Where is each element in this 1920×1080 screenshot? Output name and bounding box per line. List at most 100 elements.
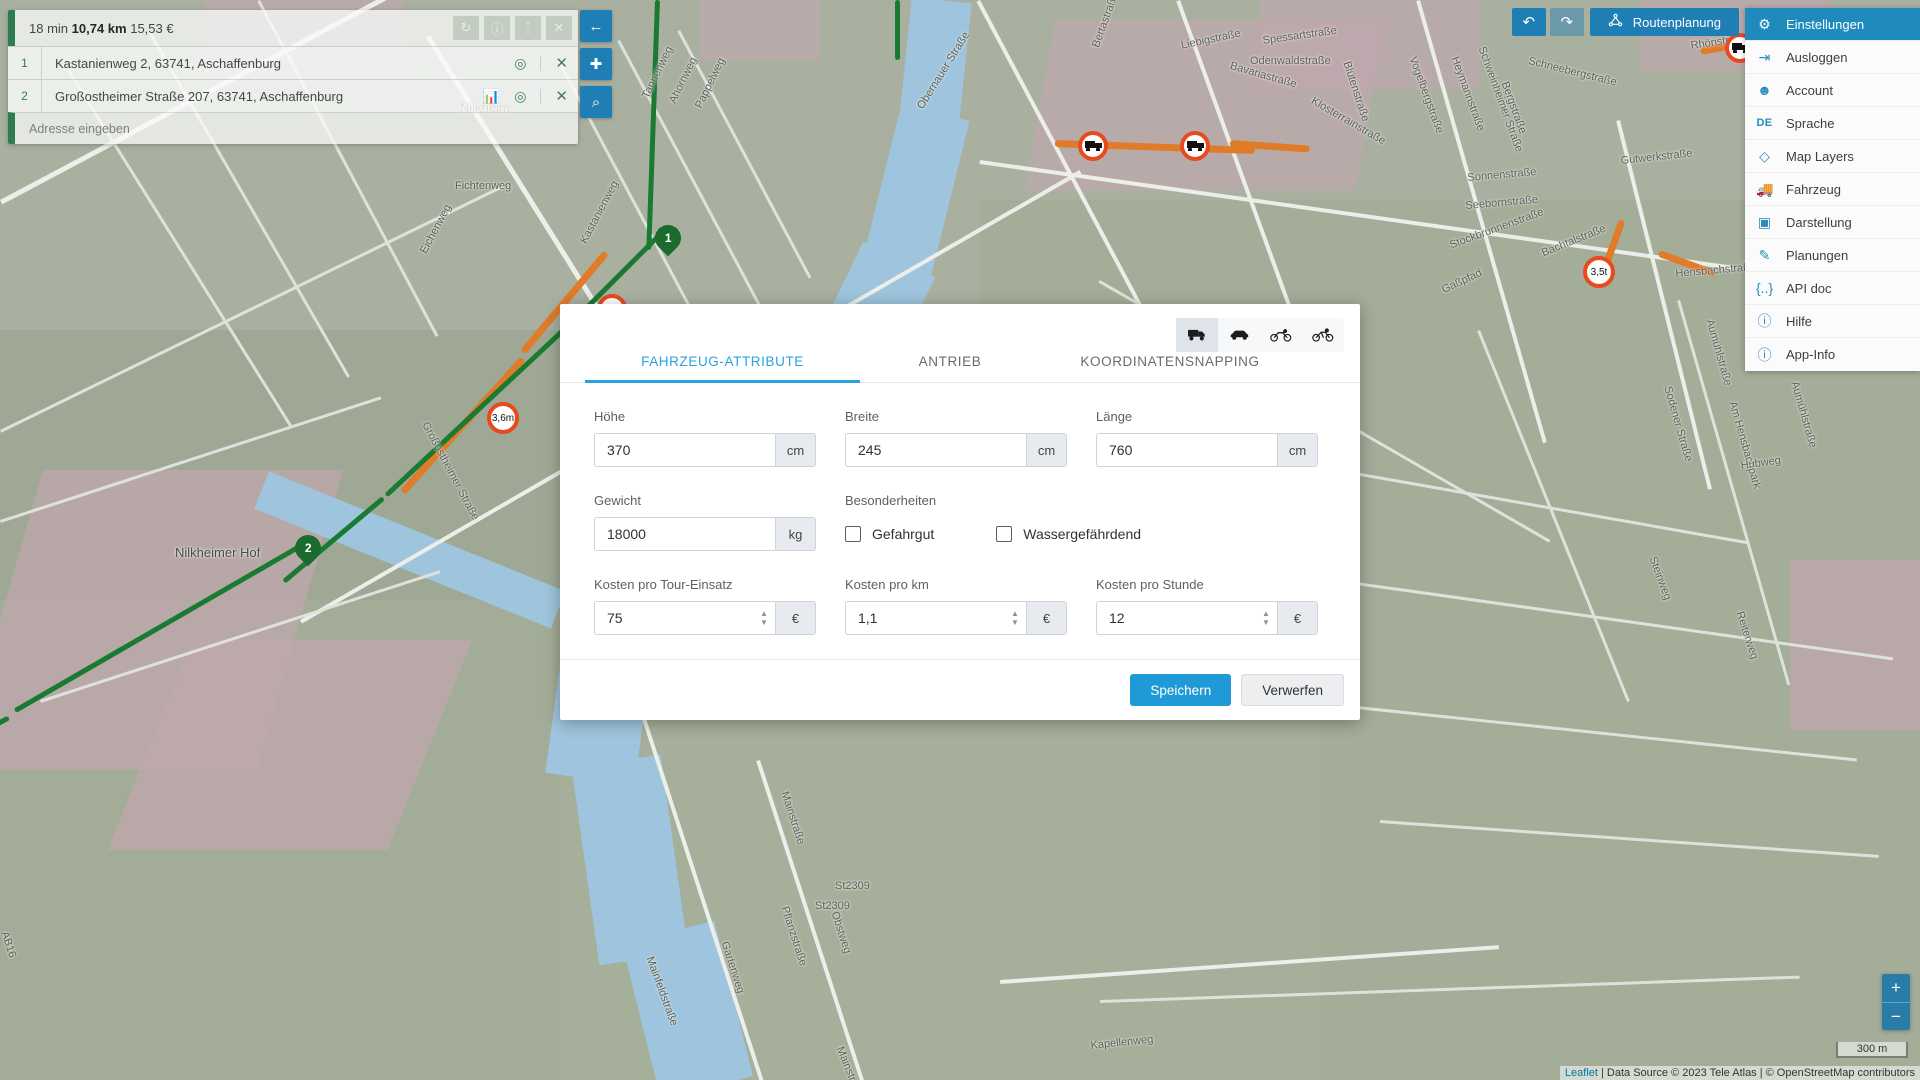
waypoint-row[interactable]: 2 Großostheimer Straße 207, 63741, Aschaf…	[8, 79, 578, 112]
map-restriction-weight-icon[interactable]: 3,5t	[1583, 256, 1615, 288]
waypoint-address[interactable]: Kastanienweg 2, 63741, Aschaffenburg	[42, 56, 514, 71]
sidebar-item-label: Fahrzeug	[1786, 181, 1841, 197]
map-restriction-height-icon[interactable]: 3,6m	[487, 402, 519, 434]
value-kosten-stunde[interactable]: 12	[1097, 602, 1255, 634]
input-kosten-tour[interactable]: 75 ▲ ▼ €	[594, 601, 816, 635]
route-cost: 15,53 €	[130, 20, 174, 36]
input-laenge[interactable]: 760 cm	[1096, 433, 1318, 467]
settings-side-menu[interactable]: ⚙ Einstellungen ⇥ Ausloggen ☻ Account DE Sprach…	[1745, 8, 1920, 371]
dialog-footer[interactable]: Speichern Verwerfen	[560, 659, 1360, 720]
route-summary-text: 18 min 10,74 km 15,53 €	[29, 21, 453, 36]
stepper-kosten-tour[interactable]: ▲ ▼	[753, 602, 775, 634]
value-gewicht[interactable]: 18000	[595, 518, 775, 550]
waypoint-actions[interactable]: 📊 ◎ ✕	[483, 88, 578, 104]
waypoint-locate-icon[interactable]: ◎	[514, 56, 526, 70]
route-summary: 18 min 10,74 km 15,53 € ↻ ⓘ ⋮ ✕	[8, 10, 578, 46]
sidebar-item-map-layers[interactable]: ◇ Map Layers	[1745, 140, 1920, 173]
waypoint-chart-icon[interactable]: 📊	[483, 89, 500, 103]
back-button[interactable]: ←	[580, 10, 612, 42]
vehicle-settings-dialog[interactable]: FAHRZEUG-ATTRIBUTE ANTRIEB KOORDINATENSNAP…	[560, 304, 1360, 720]
sidebar-item-label: Ausloggen	[1786, 49, 1848, 65]
route-summary-actions[interactable]: ↻ ⓘ ⋮ ✕	[453, 16, 578, 40]
truck-icon: 🚚	[1756, 180, 1774, 197]
sidebar-item-app-info[interactable]: ⓘ App-Info	[1745, 338, 1920, 371]
checkbox-gefahrgut-box[interactable]	[845, 526, 861, 542]
checkbox-wassergefaehrdend-label: Wassergefährdend	[1023, 526, 1142, 542]
vehicle-type-car[interactable]	[1218, 318, 1260, 352]
sidebar-item-ausloggen[interactable]: ⇥ Ausloggen	[1745, 41, 1920, 74]
reverse-route-button[interactable]: ↻	[453, 16, 479, 40]
input-kosten-stunde[interactable]: 12 ▲ ▼ €	[1096, 601, 1318, 635]
waypoint-actions[interactable]: ◎ ✕	[514, 55, 578, 71]
besonderheiten-options[interactable]: Gefahrgut Wassergefährdend	[845, 517, 1347, 551]
value-breite[interactable]: 245	[846, 434, 1026, 466]
route-more-options-button[interactable]: ⋮	[515, 16, 541, 40]
stepper-kosten-km[interactable]: ▲ ▼	[1004, 602, 1026, 634]
checkbox-wassergefaehrdend-box[interactable]	[996, 526, 1013, 542]
vehicle-attributes-form[interactable]: Höhe 370 cm Breite 245 cm Länge 760 cm G…	[560, 383, 1360, 659]
route-info-button[interactable]: ⓘ	[484, 16, 510, 40]
close-route-panel-button[interactable]: ✕	[546, 16, 572, 40]
sidebar-item-einstellungen[interactable]: ⚙ Einstellungen	[1745, 8, 1920, 41]
waypoint-locate-icon[interactable]: ◎	[514, 89, 526, 103]
input-breite[interactable]: 245 cm	[845, 433, 1067, 467]
leaflet-link[interactable]: Leaflet	[1565, 1067, 1598, 1079]
sidebar-item-api-doc[interactable]: {..} API doc	[1745, 272, 1920, 305]
value-hoehe[interactable]: 370	[595, 434, 775, 466]
sidebar-item-planungen[interactable]: ✎ Planungen	[1745, 239, 1920, 272]
map-icon: ▣	[1757, 213, 1772, 230]
value-laenge[interactable]: 760	[1097, 434, 1277, 466]
sidebar-item-account[interactable]: ☻ Account	[1745, 74, 1920, 107]
vehicle-type-selector[interactable]	[1176, 318, 1344, 352]
discard-button[interactable]: Verwerfen	[1241, 674, 1344, 706]
redo-button[interactable]: ↷	[1549, 8, 1584, 36]
map-zoom-controls[interactable]: + −	[1882, 974, 1910, 1030]
map-builtup-area	[700, 0, 820, 60]
map-builtup-area	[1260, 0, 1480, 90]
map-restriction-truck-icon[interactable]	[1078, 131, 1108, 161]
waypoint-address[interactable]: Großostheimer Straße 207, 63741, Aschaff…	[42, 89, 483, 104]
value-kosten-km[interactable]: 1,1	[846, 602, 1004, 634]
zoom-out-button[interactable]: −	[1882, 1002, 1910, 1030]
checkbox-wassergefaehrdend[interactable]: Wassergefährdend	[996, 526, 1141, 542]
map-waypoint-pin-label: 2	[304, 541, 312, 555]
map-restriction-truck-icon[interactable]	[1180, 131, 1210, 161]
tab-antrieb[interactable]: ANTRIEB	[860, 354, 1040, 382]
waypoint-remove-icon[interactable]: ✕	[540, 55, 568, 71]
checkbox-gefahrgut[interactable]: Gefahrgut	[845, 526, 934, 542]
vehicle-type-truck[interactable]	[1176, 318, 1218, 352]
input-gewicht[interactable]: 18000 kg	[594, 517, 816, 551]
vehicle-type-motorcycle[interactable]	[1260, 318, 1302, 352]
sidebar-item-label: Hilfe	[1786, 313, 1813, 329]
field-besonderheiten: Besonderheiten Gefahrgut Wassergefährden…	[845, 493, 1347, 551]
sidebar-item-sprache[interactable]: DE Sprache	[1745, 107, 1920, 140]
tab-koordinatensnapping[interactable]: KOORDINATENSNAPPING	[1040, 354, 1300, 382]
zoom-in-button[interactable]: +	[1882, 974, 1910, 1002]
undo-button[interactable]: ↶	[1511, 8, 1546, 36]
tab-fahrzeug-attribute[interactable]: FAHRZEUG-ATTRIBUTE	[585, 354, 860, 383]
waypoint-list[interactable]: 1 Kastanienweg 2, 63741, Aschaffenburg ◎ ✕ 2…	[8, 46, 578, 112]
add-waypoint-button[interactable]: ✚	[580, 48, 612, 80]
address-input[interactable]: Adresse eingeben	[8, 112, 578, 144]
route-panel[interactable]: 18 min 10,74 km 15,53 € ↻ ⓘ ⋮ ✕ 1 Kastanienw…	[8, 10, 578, 144]
left-toolbar[interactable]: ← ✚ ⌕	[580, 10, 612, 118]
attribution-text: | Data Source © 2023 Tele Atlas | © Open…	[1597, 1067, 1915, 1079]
sidebar-item-darstellung[interactable]: ▣ Darstellung	[1745, 206, 1920, 239]
waypoint-index: 1	[8, 47, 42, 79]
label-laenge: Länge	[1096, 409, 1133, 424]
waypoint-row[interactable]: 1 Kastanienweg 2, 63741, Aschaffenburg ◎ ✕	[8, 46, 578, 79]
sidebar-item-hilfe[interactable]: ⓘ Hilfe	[1745, 305, 1920, 338]
save-button[interactable]: Speichern	[1130, 674, 1232, 706]
stepper-kosten-stunde[interactable]: ▲ ▼	[1255, 602, 1277, 634]
input-hoehe[interactable]: 370 cm	[594, 433, 816, 467]
value-kosten-tour[interactable]: 75	[595, 602, 753, 634]
search-button[interactable]: ⌕	[580, 86, 612, 118]
route-planning-button[interactable]: Routenplanung	[1589, 8, 1739, 36]
input-kosten-km[interactable]: 1,1 ▲ ▼ €	[845, 601, 1067, 635]
layers-icon: ◇	[1759, 147, 1770, 164]
sidebar-item-fahrzeug[interactable]: 🚚 Fahrzeug	[1745, 173, 1920, 206]
waypoint-remove-icon[interactable]: ✕	[540, 88, 568, 104]
undo-redo-group[interactable]: ↶ ↷	[1511, 8, 1584, 36]
unit-laenge: cm	[1277, 434, 1317, 466]
vehicle-type-bicycle[interactable]	[1302, 318, 1344, 352]
